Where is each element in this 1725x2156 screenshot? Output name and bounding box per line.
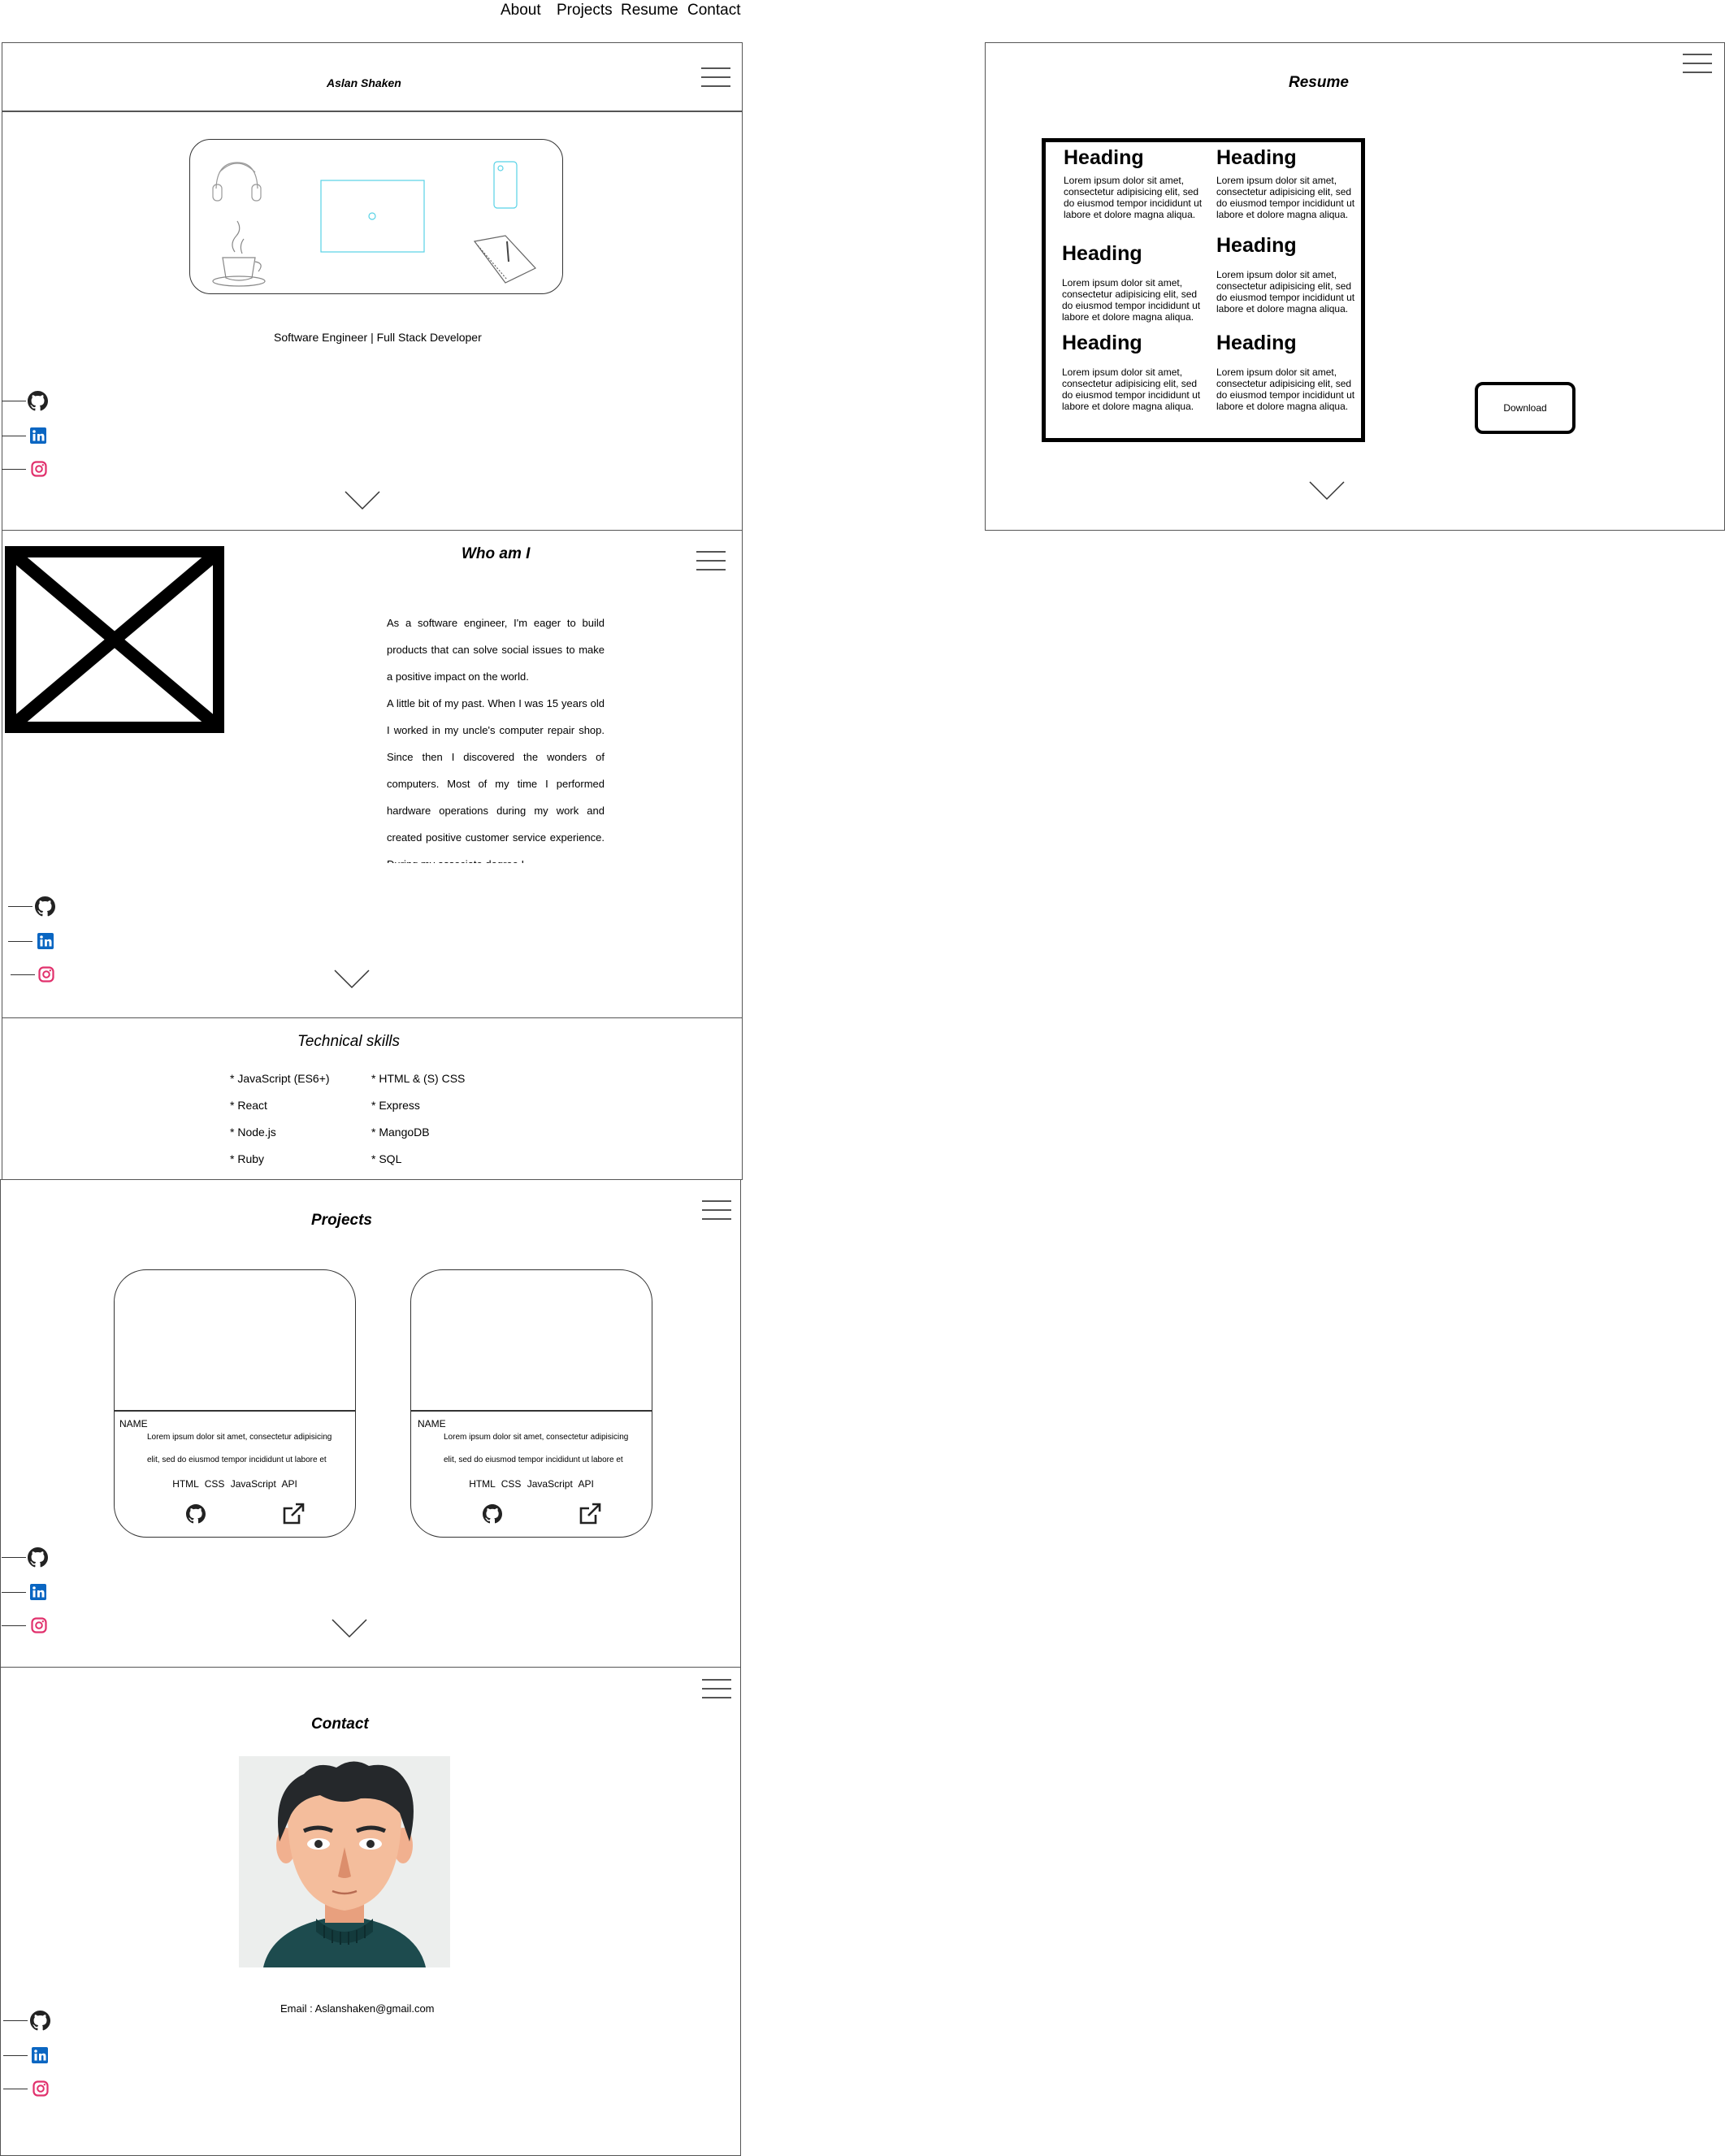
resume-preview: Heading Lorem ipsum dolor sit amet, cons… xyxy=(1042,138,1365,442)
resume-heading: Heading xyxy=(1062,332,1142,354)
skill-item: * React xyxy=(230,1099,267,1112)
resume-heading: Heading xyxy=(1062,242,1142,265)
about-paragraph-2: A little bit of my past. When I was 15 y… xyxy=(387,697,605,863)
nav-about[interactable]: About xyxy=(501,2,541,20)
avatar xyxy=(239,1756,450,1967)
chevron-down-icon[interactable] xyxy=(1309,481,1345,501)
github-icon[interactable] xyxy=(186,1504,206,1524)
resume-section: Heading Lorem ipsum dolor sit amet, cons… xyxy=(1216,146,1363,220)
project-tags: HTML CSS JavaScript API xyxy=(469,1478,594,1490)
resume-text: Lorem ipsum dolor sit amet, consectetur … xyxy=(1216,269,1355,315)
headphones-icon xyxy=(212,162,262,202)
github-icon[interactable] xyxy=(483,1504,502,1524)
menu-icon[interactable] xyxy=(701,67,730,87)
external-link-icon[interactable] xyxy=(281,1502,306,1526)
contact-email[interactable]: Email : Aslanshaken@gmail.com xyxy=(280,2002,435,2015)
resume-heading: Heading xyxy=(1216,146,1297,169)
contact-title: Contact xyxy=(311,1716,369,1733)
instagram-icon[interactable] xyxy=(31,461,47,477)
linkedin-icon[interactable] xyxy=(37,933,54,949)
laptop-icon xyxy=(320,180,425,253)
skill-item: * HTML & (S) CSS xyxy=(371,1072,466,1085)
resume-heading: Heading xyxy=(1064,146,1144,169)
github-icon[interactable] xyxy=(28,391,48,411)
notebook-icon xyxy=(473,235,536,284)
social-links xyxy=(2,1545,50,1633)
menu-icon[interactable] xyxy=(702,1200,731,1220)
phone-icon xyxy=(493,161,518,209)
linkedin-icon[interactable] xyxy=(32,2047,48,2063)
linkedin-icon[interactable] xyxy=(30,427,46,444)
nav-projects[interactable]: Projects xyxy=(557,2,613,20)
skill-item: * SQL xyxy=(371,1152,402,1165)
resume-text: Lorem ipsum dolor sit amet, consectetur … xyxy=(1064,175,1203,220)
skill-item: * Ruby xyxy=(230,1152,265,1165)
resume-text: Lorem ipsum dolor sit amet, consectetur … xyxy=(1062,277,1201,323)
about-title: Who am I xyxy=(462,545,531,562)
skill-item: * Express xyxy=(371,1099,420,1112)
project-name: NAME xyxy=(119,1418,148,1429)
linkedin-icon[interactable] xyxy=(30,1584,46,1600)
resume-text: Lorem ipsum dolor sit amet, consectetur … xyxy=(1216,367,1355,412)
resume-heading: Heading xyxy=(1216,332,1297,354)
resume-title: Resume xyxy=(1289,74,1349,91)
about-paragraph-1: As a software engineer, I'm eager to bui… xyxy=(387,617,605,683)
github-icon[interactable] xyxy=(35,896,55,917)
resume-section: Heading Lorem ipsum dolor sit amet, cons… xyxy=(1216,234,1363,315)
menu-icon[interactable] xyxy=(1683,54,1712,73)
menu-icon[interactable] xyxy=(696,551,726,570)
download-button[interactable]: Download xyxy=(1475,382,1575,434)
instagram-icon[interactable] xyxy=(38,966,54,983)
profile-image-placeholder xyxy=(5,546,224,733)
resume-section: Heading Lorem ipsum dolor sit amet, cons… xyxy=(1216,332,1363,412)
skill-item: * MangoDB xyxy=(371,1126,430,1139)
skills-title: Technical skills xyxy=(297,1033,401,1050)
nav-resume[interactable]: Resume xyxy=(621,2,678,20)
social-links xyxy=(2,388,50,477)
project-description: Lorem ipsum dolor sit amet, consectetur … xyxy=(444,1433,629,1464)
skill-item: * JavaScript (ES6+) xyxy=(230,1072,330,1085)
tagline: Software Engineer | Full Stack Developer xyxy=(274,331,482,344)
resume-text: Lorem ipsum dolor sit amet, consectetur … xyxy=(1062,367,1201,412)
resume-section: Heading Lorem ipsum dolor sit amet, cons… xyxy=(1062,332,1208,412)
skill-item: * Node.js xyxy=(230,1126,276,1139)
coffee-cup-icon xyxy=(212,220,266,287)
project-card[interactable]: NAME Lorem ipsum dolor sit amet, consect… xyxy=(410,1269,652,1538)
social-links xyxy=(8,894,57,983)
external-link-icon[interactable] xyxy=(578,1502,602,1526)
resume-heading: Heading xyxy=(1216,234,1297,257)
nav-contact[interactable]: Contact xyxy=(687,2,740,20)
project-tags: HTML CSS JavaScript API xyxy=(172,1478,297,1490)
about-text: As a software engineer, I'm eager to bui… xyxy=(387,609,605,863)
home-header-divider xyxy=(2,111,743,112)
resume-text: Lorem ipsum dolor sit amet, consectetur … xyxy=(1216,175,1355,220)
chevron-down-icon[interactable] xyxy=(332,1619,367,1638)
instagram-icon[interactable] xyxy=(33,2080,49,2097)
github-icon[interactable] xyxy=(28,1547,48,1568)
site-name: Aslan Shaken xyxy=(327,76,401,89)
instagram-icon[interactable] xyxy=(31,1617,47,1633)
social-links xyxy=(3,2008,52,2097)
project-card[interactable]: NAME Lorem ipsum dolor sit amet, consect… xyxy=(114,1269,356,1538)
chevron-down-icon[interactable] xyxy=(334,970,370,989)
project-description: Lorem ipsum dolor sit amet, consectetur … xyxy=(147,1433,332,1464)
resume-section: Heading Lorem ipsum dolor sit amet, cons… xyxy=(1062,242,1208,323)
hero-illustration xyxy=(189,139,563,294)
projects-title: Projects xyxy=(311,1212,372,1229)
github-icon[interactable] xyxy=(30,2011,50,2031)
project-name: NAME xyxy=(418,1418,446,1429)
menu-icon[interactable] xyxy=(702,1679,731,1698)
resume-section: Heading Lorem ipsum dolor sit amet, cons… xyxy=(1064,146,1210,220)
chevron-down-icon[interactable] xyxy=(345,491,380,510)
